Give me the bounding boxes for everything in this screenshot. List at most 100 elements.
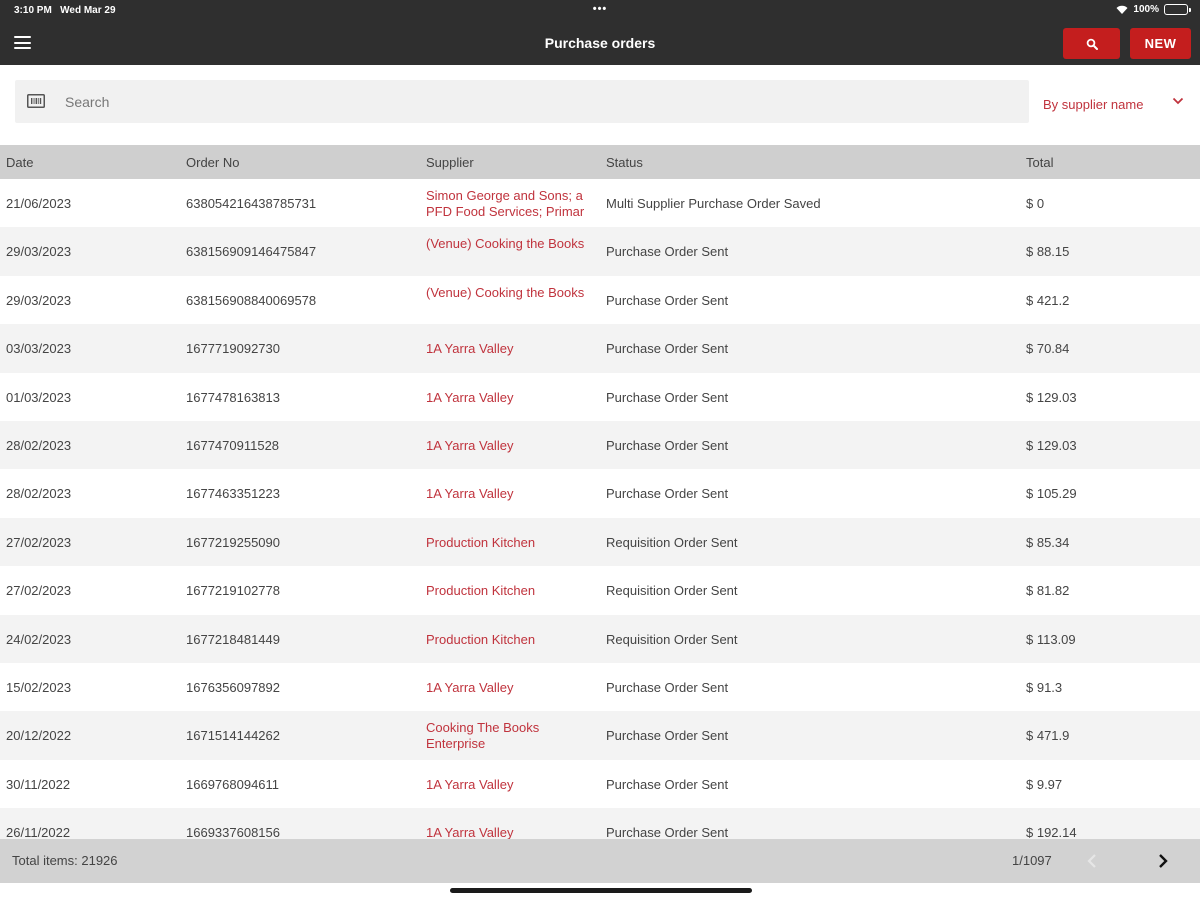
- order-number: 1669768094611: [186, 776, 280, 792]
- table-row[interactable]: 27/02/2023 1677219255090 Production Kitche…: [0, 517, 1200, 567]
- order-status: Purchase Order Sent: [606, 680, 729, 695]
- order-status: Purchase Order Sent: [606, 292, 729, 308]
- column-header-status[interactable]: Status: [606, 155, 643, 170]
- page-title: Purchase orders: [544, 35, 656, 51]
- order-date: 20/12/2022: [6, 728, 72, 744]
- next-page-button[interactable]: [1153, 851, 1173, 871]
- order-status: Purchase Order Sent: [606, 728, 729, 744]
- order-number: 638156909146475847: [186, 244, 317, 260]
- column-header-date[interactable]: Date: [6, 155, 33, 170]
- supplier-link[interactable]: 1A Yarra Valley: [426, 680, 598, 712]
- order-total: $ 129.03: [1026, 389, 1077, 405]
- order-number: 638156908840069578: [186, 292, 317, 308]
- order-date: 26/11/2022: [6, 825, 71, 839]
- nav-bar: Purchase orders NEW: [0, 22, 1200, 65]
- status-indicators: 100%: [1116, 4, 1191, 15]
- previous-page-button[interactable]: [1083, 851, 1103, 871]
- order-total: $ 421.2: [1026, 292, 1070, 308]
- order-status: Requisition Order Sent: [606, 534, 738, 550]
- order-date: 21/06/2023: [6, 196, 72, 211]
- order-date: 03/03/2023: [6, 341, 72, 357]
- battery-icon: [1164, 4, 1191, 15]
- order-date: 27/02/2023: [6, 534, 72, 550]
- order-total: $ 105.29: [1026, 486, 1077, 502]
- supplier-link[interactable]: Production Kitchen: [426, 632, 598, 664]
- page-indicator: 1/1097: [1012, 853, 1052, 868]
- supplier-link[interactable]: Cooking The Books Enterprise: [426, 720, 598, 752]
- order-number: 1677719092730: [186, 341, 280, 357]
- table-row[interactable]: 24/02/2023 1677218481449 Production Kitche…: [0, 614, 1200, 664]
- home-indicator[interactable]: [450, 888, 752, 893]
- order-status: Purchase Order Sent: [606, 825, 729, 839]
- order-date: 28/02/2023: [6, 438, 72, 453]
- pagination-footer: Total items: 21926 1/1097: [0, 839, 1200, 883]
- hamburger-menu-icon[interactable]: [14, 36, 31, 49]
- order-date: 15/02/2023: [6, 680, 72, 695]
- order-total: $ 471.9: [1026, 728, 1070, 744]
- order-number: 1677470911528: [186, 438, 280, 453]
- order-number: 1677219255090: [186, 534, 280, 550]
- table-row[interactable]: 03/03/2023 1677719092730 1A Yarra Valley Pu…: [0, 324, 1200, 373]
- order-total: $ 88.15: [1026, 244, 1070, 260]
- search-filter-dropdown[interactable]: By supplier name: [1036, 92, 1188, 116]
- chevron-right-icon: [1159, 854, 1168, 868]
- order-total: $ 85.34: [1026, 534, 1070, 550]
- search-box: [15, 80, 1029, 123]
- table-row[interactable]: 15/02/2023 1676356097892 1A Yarra Valley Pu…: [0, 663, 1200, 711]
- supplier-link[interactable]: Simon George and Sons; a PFD Food Servic…: [426, 188, 598, 220]
- order-date: 29/03/2023: [6, 244, 72, 260]
- column-header-supplier[interactable]: Supplier: [426, 155, 474, 170]
- order-status: Purchase Order Sent: [606, 486, 729, 502]
- order-status: Requisition Order Sent: [606, 583, 738, 599]
- order-status: Multi Supplier Purchase Order Saved: [606, 196, 821, 211]
- table-row[interactable]: 26/11/2022 1669337608156 1A Yarra Valley Pu…: [0, 808, 1200, 839]
- column-header-total[interactable]: Total: [1026, 155, 1053, 170]
- order-date: 24/02/2023: [6, 631, 72, 647]
- order-date: 29/03/2023: [6, 292, 72, 308]
- order-number: 1669337608156: [186, 825, 280, 839]
- order-date: 27/02/2023: [6, 583, 72, 599]
- barcode-scan-icon[interactable]: [27, 94, 45, 108]
- supplier-link[interactable]: Production Kitchen: [426, 583, 598, 615]
- supplier-link[interactable]: 1A Yarra Valley: [426, 341, 598, 373]
- table-row[interactable]: 28/02/2023 1677470911528 1A Yarra Valley Pu…: [0, 421, 1200, 470]
- table-row[interactable]: 29/03/2023 638156909146475847 (Venue) Cook…: [0, 227, 1200, 276]
- column-header-order-no[interactable]: Order No: [186, 155, 239, 170]
- table-row[interactable]: 30/11/2022 1669768094611 1A Yarra Valley Pu…: [0, 760, 1200, 808]
- multitask-dots[interactable]: •••: [0, 3, 1200, 15]
- chevron-down-icon: [1172, 97, 1184, 105]
- order-date: 28/02/2023: [6, 486, 72, 502]
- table-row[interactable]: 27/02/2023 1677219102778 Production Kitche…: [0, 566, 1200, 614]
- order-number: 1677218481449: [186, 631, 280, 647]
- new-button[interactable]: NEW: [1130, 28, 1191, 59]
- status-bar: 3:10 PM Wed Mar 29 ••• 100%: [0, 0, 1200, 22]
- order-status: Purchase Order Sent: [606, 244, 729, 260]
- order-status: Purchase Order Sent: [606, 389, 729, 405]
- order-number: 1677478163813: [186, 389, 280, 405]
- supplier-link[interactable]: Production Kitchen: [426, 535, 598, 567]
- search-filter-label: By supplier name: [1043, 96, 1144, 112]
- supplier-link[interactable]: 1A Yarra Valley: [426, 390, 598, 422]
- table-row[interactable]: 21/06/2023 638054216438785731 Simon George…: [0, 179, 1200, 227]
- supplier-link[interactable]: 1A Yarra Valley: [426, 825, 598, 839]
- order-status: Purchase Order Sent: [606, 438, 729, 453]
- supplier-link[interactable]: (Venue) Cooking the Books: [426, 236, 598, 268]
- total-items-count: Total items: 21926: [12, 853, 118, 868]
- order-total: $ 0: [1026, 196, 1045, 211]
- search-input[interactable]: [65, 80, 1015, 123]
- order-number: 1677219102778: [186, 583, 280, 599]
- order-total: $ 113.09: [1026, 631, 1076, 647]
- table-row[interactable]: 20/12/2022 1671514144262 Cooking The Books…: [0, 711, 1200, 760]
- table-row[interactable]: 29/03/2023 638156908840069578 (Venue) Cook…: [0, 276, 1200, 324]
- order-status: Purchase Order Sent: [606, 776, 729, 792]
- order-status: Requisition Order Sent: [606, 631, 738, 647]
- table-row[interactable]: 28/02/2023 1677463351223 1A Yarra Valley Pu…: [0, 469, 1200, 517]
- supplier-link[interactable]: (Venue) Cooking the Books: [426, 285, 598, 317]
- search-button[interactable]: [1063, 28, 1120, 59]
- supplier-link[interactable]: 1A Yarra Valley: [426, 777, 598, 809]
- table-row[interactable]: 01/03/2023 1677478163813 1A Yarra Valley Pu…: [0, 373, 1200, 421]
- order-number: 1671514144262: [186, 728, 280, 744]
- purchase-orders-table: 21/06/2023 638054216438785731 Simon George…: [0, 179, 1200, 839]
- supplier-link[interactable]: 1A Yarra Valley: [426, 438, 598, 470]
- supplier-link[interactable]: 1A Yarra Valley: [426, 486, 598, 518]
